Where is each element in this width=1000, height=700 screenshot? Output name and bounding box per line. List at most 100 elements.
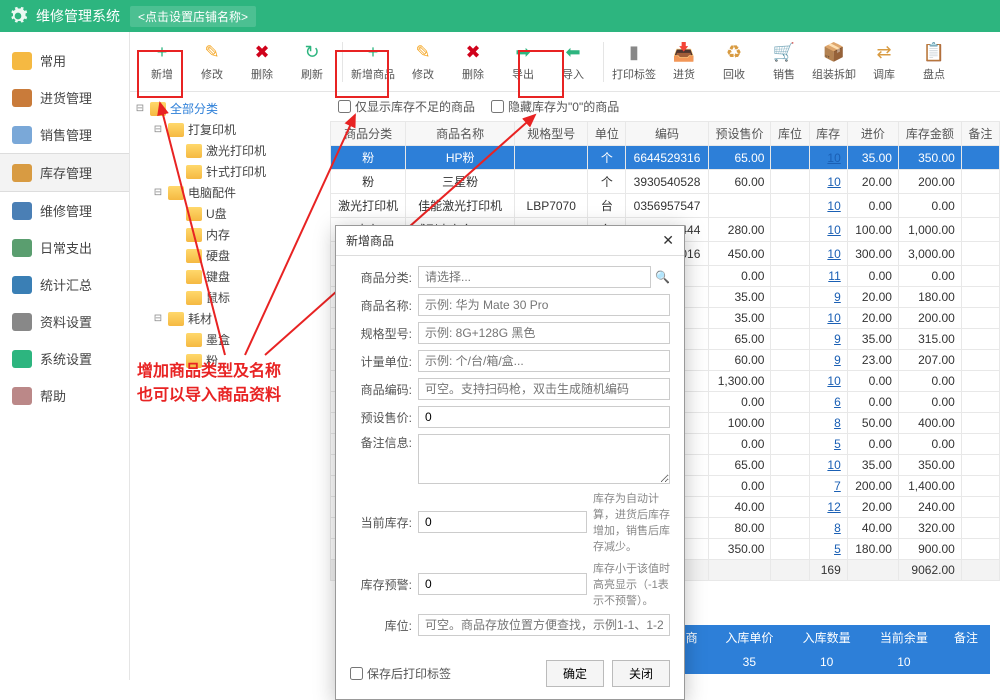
ok-button[interactable]: 确定 — [546, 660, 604, 687]
folder-icon — [186, 333, 202, 347]
search-icon[interactable]: 🔍 — [655, 270, 670, 284]
toolbar-inventory[interactable]: 📋盘点 — [910, 38, 958, 86]
toolbar: +新增✎修改✖删除↻刷新+新增商品✎修改✖删除➡导出⬅导入▮打印标签📥进货♻回收… — [130, 32, 1000, 92]
toolbar-add[interactable]: +新增 — [138, 38, 186, 86]
tree-node[interactable]: U盘 — [134, 203, 326, 224]
sidebar-icon — [12, 202, 32, 220]
toolbar-refresh[interactable]: ↻刷新 — [288, 38, 336, 86]
sidebar-item-2[interactable]: 销售管理 — [0, 116, 129, 153]
folder-icon — [186, 270, 202, 284]
toolbar-delete2[interactable]: ✖删除 — [449, 38, 497, 86]
column-header[interactable]: 库存 — [809, 122, 847, 146]
code-input[interactable] — [418, 378, 670, 400]
table-row[interactable]: 粉三星粉个393054052860.001020.00200.00 — [331, 170, 1000, 194]
transfer-icon: ⇄ — [873, 42, 895, 64]
sidebar-item-8[interactable]: 系统设置 — [0, 340, 129, 377]
add-product-icon: + — [362, 42, 384, 64]
toolbar-transfer[interactable]: ⇄调库 — [860, 38, 908, 86]
toolbar-print-label[interactable]: ▮打印标签 — [610, 38, 658, 86]
sidebar-item-4[interactable]: 维修管理 — [0, 192, 129, 229]
tree-node[interactable]: 针式打印机 — [134, 161, 326, 182]
shop-name-setter[interactable]: <点击设置店铺名称> — [130, 6, 256, 27]
product-name-input[interactable] — [418, 294, 670, 316]
toolbar-recycle[interactable]: ♻回收 — [710, 38, 758, 86]
app-header: 维修管理系统 <点击设置店铺名称> — [0, 0, 1000, 32]
spec-input[interactable] — [418, 322, 670, 344]
sidebar-item-3[interactable]: 库存管理 — [0, 153, 129, 192]
column-header[interactable]: 库位 — [771, 122, 809, 146]
sidebar-item-7[interactable]: 资料设置 — [0, 303, 129, 340]
column-header[interactable]: 规格型号 — [515, 122, 588, 146]
sidebar: 常用进货管理销售管理库存管理维修管理日常支出统计汇总资料设置系统设置帮助 — [0, 32, 130, 680]
sidebar-item-6[interactable]: 统计汇总 — [0, 266, 129, 303]
toolbar-edit2[interactable]: ✎修改 — [399, 38, 447, 86]
stock-input[interactable] — [418, 511, 587, 533]
sidebar-item-1[interactable]: 进货管理 — [0, 79, 129, 116]
folder-icon — [186, 144, 202, 158]
filter-low-stock[interactable]: 仅显示库存不足的商品 — [338, 98, 475, 115]
folder-icon — [168, 186, 184, 200]
toolbar-delete[interactable]: ✖删除 — [238, 38, 286, 86]
folder-icon — [186, 207, 202, 221]
column-header[interactable]: 商品分类 — [331, 122, 406, 146]
tree-node[interactable]: 激光打印机 — [134, 140, 326, 161]
toolbar-import[interactable]: ⬅导入 — [549, 38, 597, 86]
save-print-checkbox[interactable]: 保存后打印标签 — [350, 665, 451, 682]
toolbar-export[interactable]: ➡导出 — [499, 38, 547, 86]
tree-node[interactable]: ⊟耗材 — [134, 308, 326, 329]
sidebar-item-9[interactable]: 帮助 — [0, 377, 129, 414]
column-header[interactable]: 单位 — [588, 122, 626, 146]
category-tree: ⊟全部分类⊟打复印机激光打印机针式打印机⊟电脑配件U盘内存硬盘键盘鼠标⊟耗材墨盒… — [130, 92, 330, 680]
close-icon[interactable]: ✕ — [662, 232, 674, 249]
tree-node[interactable]: ⊟电脑配件 — [134, 182, 326, 203]
tree-node[interactable]: 墨盒 — [134, 329, 326, 350]
sidebar-item-0[interactable]: 常用 — [0, 42, 129, 79]
column-header[interactable]: 库存金额 — [898, 122, 961, 146]
sale-icon: 🛒 — [773, 42, 795, 64]
export-icon: ➡ — [512, 42, 534, 64]
toolbar-sale[interactable]: 🛒销售 — [760, 38, 808, 86]
note-input[interactable] — [418, 434, 670, 484]
column-header[interactable]: 商品名称 — [406, 122, 515, 146]
recycle-icon: ♻ — [723, 42, 745, 64]
cancel-button[interactable]: 关闭 — [612, 660, 670, 687]
delete2-icon: ✖ — [462, 42, 484, 64]
tree-node[interactable]: 粉 — [134, 350, 326, 371]
folder-icon — [186, 354, 202, 368]
folder-icon — [150, 102, 166, 116]
sidebar-item-5[interactable]: 日常支出 — [0, 229, 129, 266]
column-header[interactable]: 备注 — [961, 122, 999, 146]
table-row[interactable]: 粉HP粉个664452931665.001035.00350.00 — [331, 146, 1000, 170]
sidebar-icon — [12, 387, 32, 405]
price-input[interactable] — [418, 406, 670, 428]
tree-node[interactable]: ⊟打复印机 — [134, 119, 326, 140]
tree-node[interactable]: 鼠标 — [134, 287, 326, 308]
tree-node[interactable]: 内存 — [134, 224, 326, 245]
modal-title: 新增商品 — [346, 232, 394, 249]
tree-node[interactable]: 硬盘 — [134, 245, 326, 266]
refresh-icon: ↻ — [301, 42, 323, 64]
column-header[interactable]: 预设售价 — [708, 122, 771, 146]
inventory-icon: 📋 — [923, 42, 945, 64]
filter-hide-zero[interactable]: 隐藏库存为"0"的商品 — [491, 98, 619, 115]
toolbar-edit[interactable]: ✎修改 — [188, 38, 236, 86]
column-header[interactable]: 进价 — [847, 122, 898, 146]
sidebar-icon — [12, 313, 32, 331]
location-input[interactable] — [418, 614, 670, 636]
unit-input[interactable] — [418, 350, 670, 372]
folder-icon — [186, 249, 202, 263]
toolbar-add-product[interactable]: +新增商品 — [349, 38, 397, 86]
tree-node[interactable]: ⊟全部分类 — [134, 98, 326, 119]
sidebar-icon — [12, 164, 32, 182]
category-select[interactable] — [418, 266, 651, 288]
purchase-icon: 📥 — [673, 42, 695, 64]
toolbar-assemble[interactable]: 📦组装拆卸 — [810, 38, 858, 86]
tree-node[interactable]: 键盘 — [134, 266, 326, 287]
sidebar-icon — [12, 276, 32, 294]
sidebar-icon — [12, 89, 32, 107]
warn-input[interactable] — [418, 573, 587, 595]
table-row[interactable]: 激光打印机佳能激光打印机LBP7070台0356957547100.000.00 — [331, 194, 1000, 218]
toolbar-purchase[interactable]: 📥进货 — [660, 38, 708, 86]
column-header[interactable]: 编码 — [626, 122, 708, 146]
folder-icon — [186, 165, 202, 179]
